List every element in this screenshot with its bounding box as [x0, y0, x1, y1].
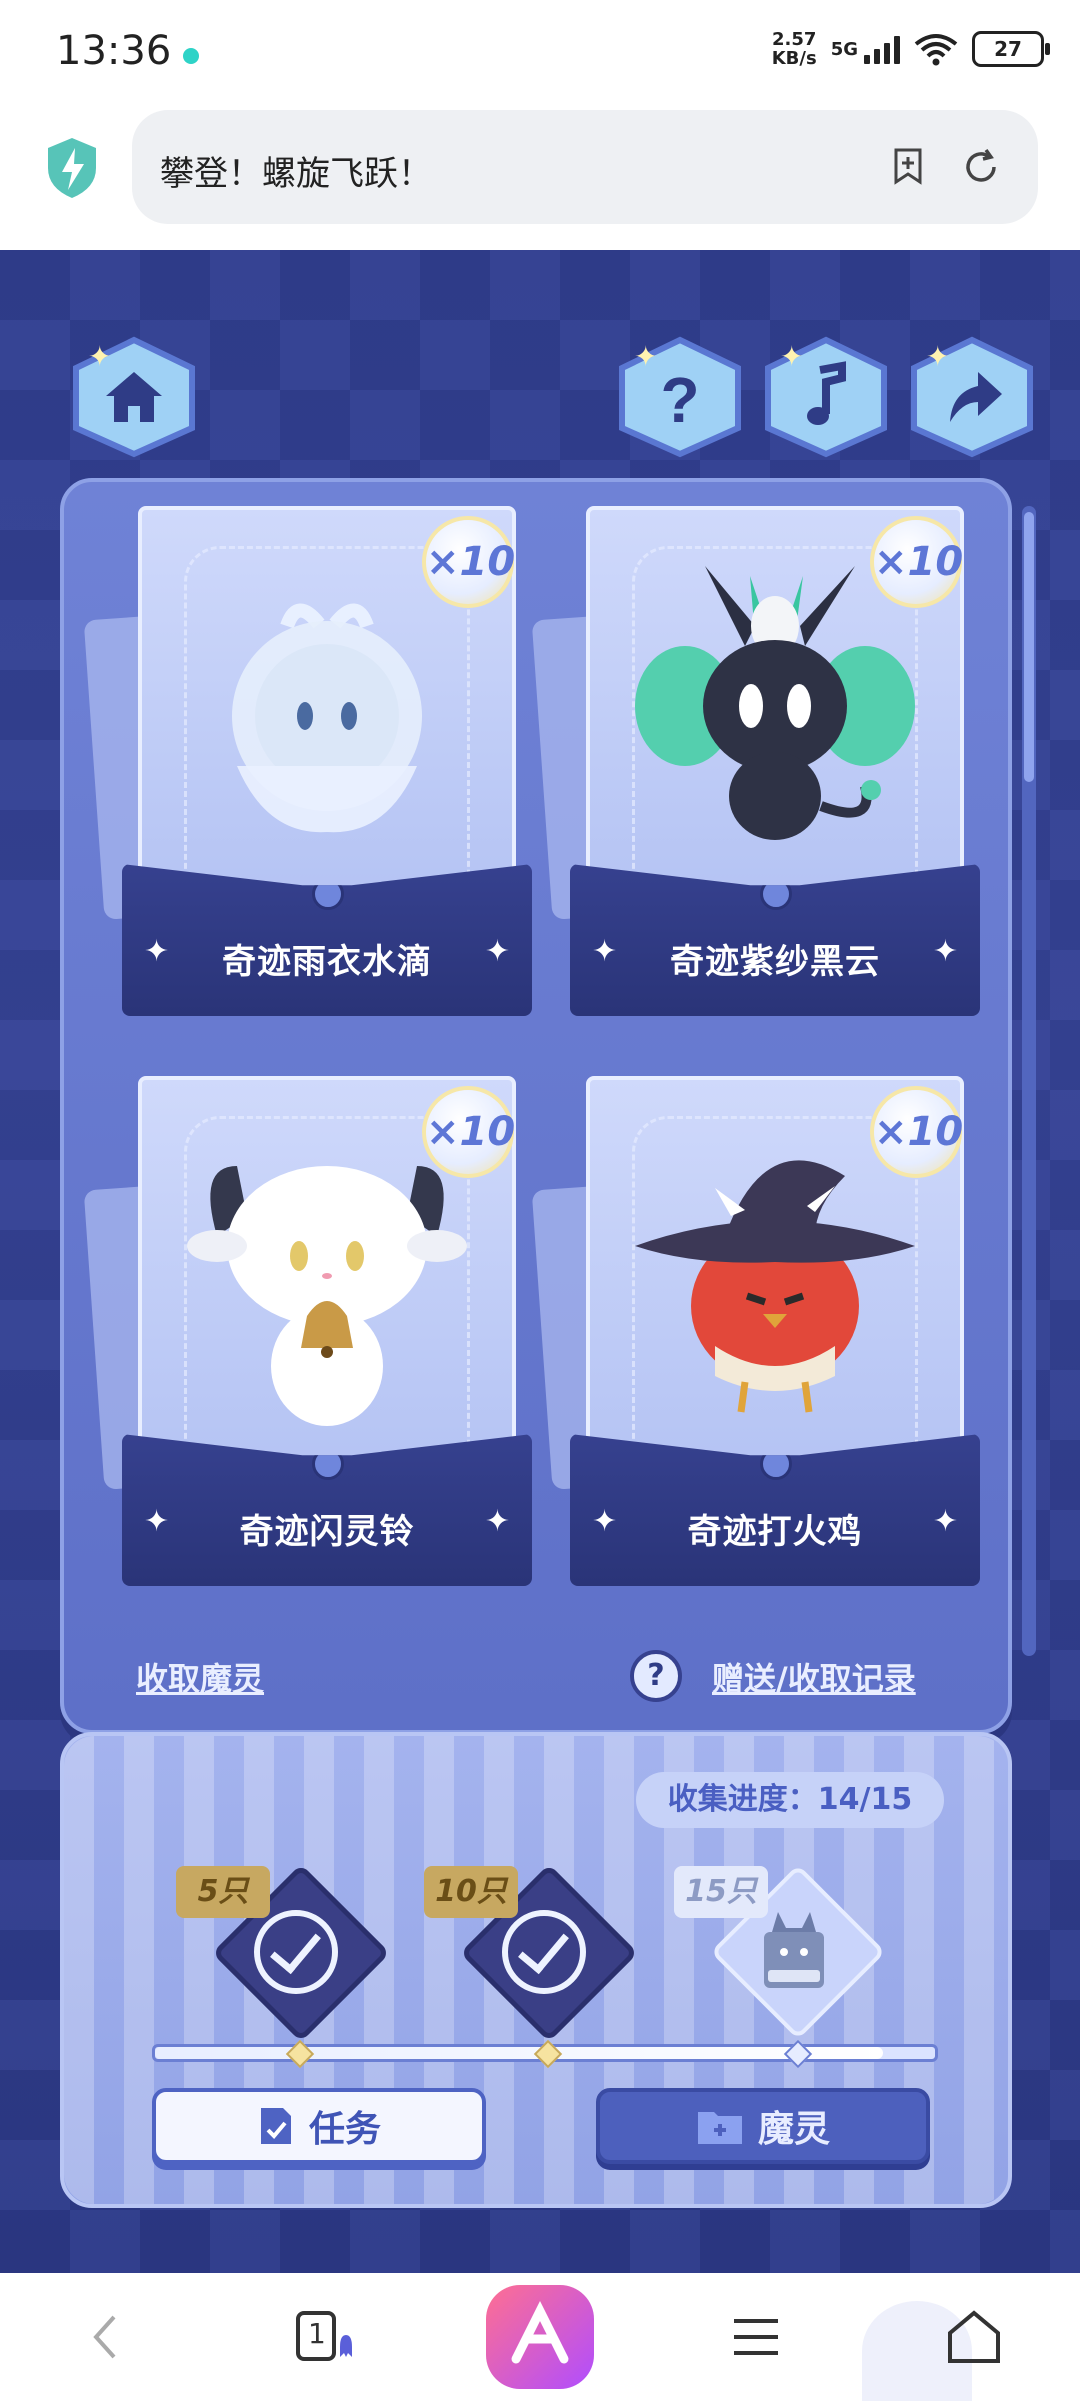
milestone-reward[interactable]: 5只	[176, 1863, 391, 2043]
gift-box-icon	[764, 1912, 824, 1988]
ai-logo-icon	[511, 2300, 569, 2364]
browser-nav-bar: 1	[0, 2273, 1080, 2401]
card-name: 奇迹雨衣水滴	[222, 942, 432, 982]
fire-chicken-creature-image	[635, 1160, 915, 1413]
music-button[interactable]: ✦	[762, 336, 890, 458]
purple-cloud-creature-image	[635, 566, 915, 840]
network-type: 5G	[830, 38, 858, 60]
status-bar: 13:36 2.57 KB/s 5G 27	[0, 0, 1080, 104]
svg-text:✦: ✦	[634, 340, 657, 373]
help-circle-icon[interactable]: ?	[630, 1650, 682, 1702]
status-icons: 2.57 KB/s 5G 27	[772, 30, 1050, 68]
card-count-badge: ×10	[422, 516, 515, 608]
battery-icon: 27	[972, 31, 1050, 67]
checkmark-icon	[502, 1910, 586, 1994]
svg-text:✦: ✦	[926, 340, 949, 373]
progress-pill: 收集进度：14/15	[636, 1772, 944, 1828]
bookmark-add-icon[interactable]	[888, 146, 928, 186]
svg-text:✦: ✦	[88, 340, 111, 373]
sparkle-icon: ✦	[484, 1504, 510, 1539]
progress-label: 收集进度：	[667, 1782, 818, 1817]
milestone-tag: 5只	[176, 1866, 270, 1918]
folder-icon	[697, 2112, 742, 2144]
sparkle-icon: ✦	[932, 934, 958, 969]
net-speed: 2.57 KB/s	[772, 30, 817, 68]
task-button-label: 任务	[308, 2109, 381, 2150]
milestone-reward[interactable]: 10只	[424, 1863, 639, 2043]
ai-assistant-button[interactable]	[486, 2285, 594, 2389]
home-nav-icon[interactable]	[940, 2303, 1008, 2371]
refresh-icon[interactable]	[960, 146, 1002, 188]
sparkle-icon: ✦	[484, 934, 510, 969]
tab-count: 1	[308, 2317, 326, 2350]
browser-address-bar: 攀登！螺旋飞跃！	[0, 104, 1080, 250]
tabs-button[interactable]: 1	[288, 2303, 356, 2371]
document-icon	[260, 2108, 291, 2144]
net-speed-unit: KB/s	[771, 48, 817, 69]
shield-icon[interactable]	[44, 136, 100, 200]
game-area: ✦ ? ✦ ✦ ✦ ×10 ✦ 奇迹雨衣水滴 ✦ ×10 ✦ 奇迹紫纱黑云 ✦ …	[0, 250, 1080, 2273]
bell-goat-creature-image	[187, 1166, 467, 1426]
milestone-tag: 10只	[424, 1866, 518, 1918]
menu-icon[interactable]	[722, 2303, 790, 2371]
back-icon[interactable]	[72, 2303, 140, 2371]
gift-history-link[interactable]: 赠送/收取记录	[712, 1654, 916, 1700]
task-button[interactable]: 任务	[152, 2088, 486, 2164]
spirit-card[interactable]: ×10 ✦ 奇迹紫纱黑云 ✦	[531, 506, 980, 1016]
card-name: 奇迹打火鸡	[687, 1512, 863, 1552]
help-button[interactable]: ? ✦	[616, 336, 744, 458]
collection-progress-panel: 收集进度：14/15 5只 10只 15只 任务 魔灵	[60, 1732, 1012, 2208]
progress-value: 14/15	[817, 1782, 913, 1817]
home-button[interactable]: ✦	[70, 336, 198, 458]
milestone-reward[interactable]: 15只	[674, 1864, 886, 2040]
card-name: 奇迹闪灵铃	[239, 1512, 415, 1552]
page-title: 攀登！螺旋飞跃！	[160, 154, 432, 194]
card-count-badge: ×10	[870, 516, 963, 608]
question-icon: ?	[660, 364, 699, 436]
spirit-button[interactable]: 魔灵	[596, 2088, 930, 2164]
svg-text:✦: ✦	[780, 340, 803, 373]
spirit-card[interactable]: ×10 ✦ 奇迹闪灵铃 ✦	[83, 1076, 532, 1586]
spirit-button-label: 魔灵	[757, 2109, 830, 2150]
scrollbar-thumb[interactable]	[1024, 512, 1034, 782]
progress-bar-fill	[155, 2047, 883, 2059]
wifi-icon	[914, 34, 958, 66]
card-count-badge: ×10	[870, 1086, 963, 1178]
collect-spirits-link[interactable]: 收取魔灵	[136, 1654, 264, 1700]
card-name: 奇迹紫纱黑云	[670, 942, 880, 982]
sparkle-icon: ✦	[932, 1504, 958, 1539]
signal-icon	[864, 34, 900, 64]
net-speed-value: 2.57	[771, 29, 817, 50]
spirit-card[interactable]: ×10 ✦ 奇迹雨衣水滴 ✦	[83, 506, 532, 1016]
spirit-card[interactable]: ×10 ✦ 奇迹打火鸡 ✦	[531, 1076, 980, 1586]
raincoat-droplet-image	[232, 603, 422, 833]
card-count-badge: ×10	[422, 1086, 515, 1178]
milestone-tag: 15只	[674, 1866, 768, 1918]
status-time: 13:36	[56, 28, 172, 74]
share-button[interactable]: ✦	[908, 336, 1036, 458]
notification-dot-icon	[183, 48, 199, 64]
url-field[interactable]: 攀登！螺旋飞跃！	[132, 110, 1038, 224]
checkmark-icon	[254, 1910, 338, 1994]
